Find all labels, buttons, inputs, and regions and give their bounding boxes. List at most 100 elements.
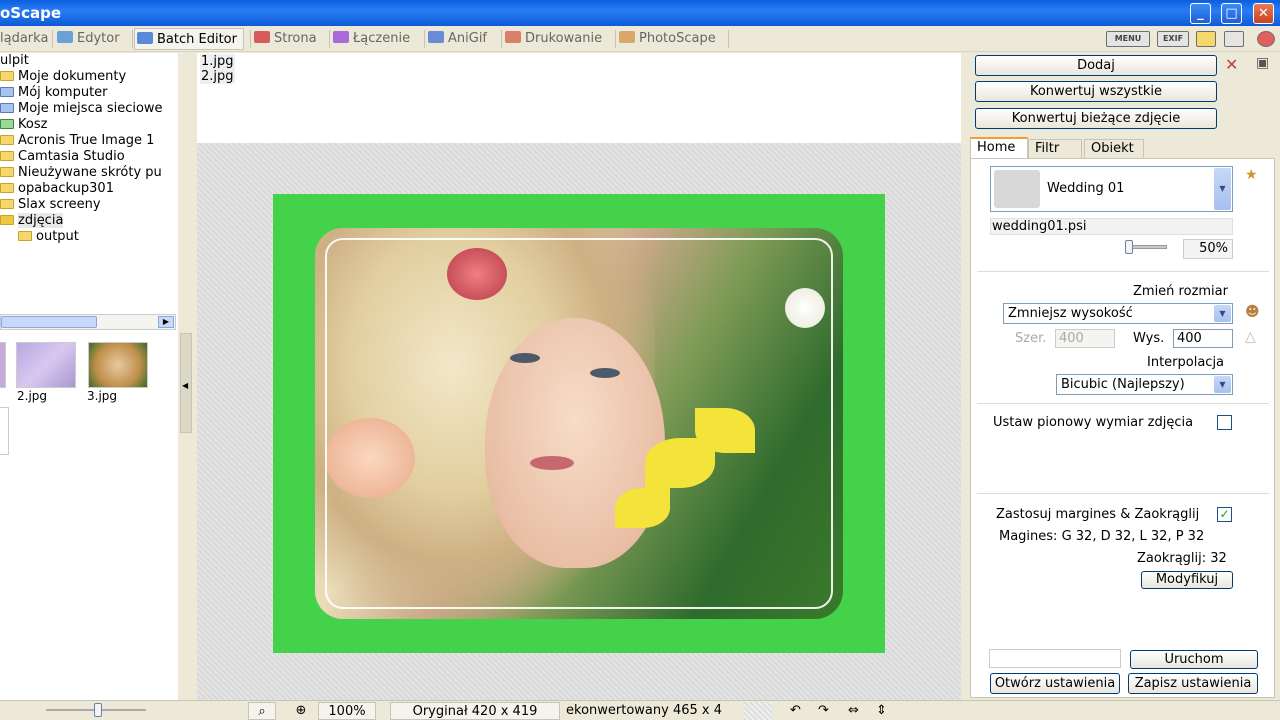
- zoom-icon[interactable]: ⊕: [290, 702, 312, 720]
- photoscape-icon: [619, 31, 635, 43]
- thumbnail[interactable]: [88, 342, 148, 388]
- tree-item-desktop[interactable]: ulpit: [0, 53, 29, 69]
- tree-item[interactable]: Acronis True Image 1: [0, 133, 154, 149]
- run-button[interactable]: Uruchom: [1130, 650, 1258, 669]
- tree-item[interactable]: Moje miejsca sieciowe: [0, 101, 163, 117]
- margins-checkbox[interactable]: ✓: [1217, 507, 1232, 522]
- fit-width-icon[interactable]: ⇔: [848, 702, 866, 720]
- trash-icon[interactable]: ▣: [1256, 55, 1269, 71]
- tab-anigif[interactable]: AniGif: [426, 28, 487, 50]
- maximize-button[interactable]: □: [1221, 3, 1242, 24]
- tab-print[interactable]: Drukowanie: [503, 28, 602, 50]
- chevron-down-icon[interactable]: ▼: [1214, 305, 1231, 322]
- settings-name-input[interactable]: [989, 649, 1121, 668]
- tree-item-selected[interactable]: zdjęcia: [0, 213, 64, 229]
- scrollbar-thumb[interactable]: [1, 316, 97, 328]
- tab-photoscape[interactable]: PhotoScape: [617, 28, 716, 50]
- lock-ratio-icon[interactable]: △: [1245, 329, 1256, 345]
- home-panel: Wedding 01 ▼ ★ wedding01.psi 50% Zmień r…: [970, 158, 1275, 698]
- width-label: Szer.: [1015, 331, 1047, 346]
- editor-icon: [57, 31, 73, 43]
- tab-home[interactable]: Home: [970, 137, 1028, 159]
- folder-icon: [0, 135, 14, 145]
- fit-height-icon[interactable]: ⇕: [876, 702, 894, 720]
- frame-opacity-value: 50%: [1183, 239, 1233, 259]
- computer-icon: [0, 87, 14, 97]
- collapse-arrow-icon[interactable]: ◀: [182, 381, 188, 390]
- tree-item[interactable]: Kosz: [0, 117, 47, 133]
- slider-knob[interactable]: [94, 703, 102, 717]
- right-panel: Dodaj ✕ ▣ Konwertuj wszystkie Konwertuj …: [962, 53, 1280, 700]
- folder-tree: ulpit Moje dokumenty Mój komputer Moje m…: [0, 53, 178, 313]
- convert-all-button[interactable]: Konwertuj wszystkie: [975, 81, 1217, 102]
- folder-icon: [0, 199, 14, 209]
- tree-item[interactable]: output: [18, 229, 79, 245]
- title-bar: oScape _ □ ✕: [0, 0, 1280, 26]
- remove-icon[interactable]: ✕: [1225, 55, 1238, 74]
- chevron-down-icon[interactable]: ▼: [1214, 168, 1231, 210]
- exif-button[interactable]: EXIF: [1157, 31, 1189, 47]
- preview-box: [0, 407, 9, 455]
- chevron-down-icon[interactable]: ▼: [1214, 376, 1231, 393]
- save-settings-button[interactable]: Zapisz ustawienia: [1128, 673, 1258, 694]
- windows-icon[interactable]: [1224, 31, 1244, 47]
- file-list-item[interactable]: 2.jpg: [200, 69, 235, 84]
- add-button[interactable]: Dodaj: [975, 55, 1217, 76]
- open-settings-button[interactable]: Otwórz ustawienia: [990, 673, 1120, 694]
- tree-item[interactable]: Slax screeny: [0, 197, 101, 213]
- portrait-checkbox[interactable]: [1217, 415, 1232, 430]
- tab-filter[interactable]: Filtr: [1028, 139, 1082, 159]
- rotate-right-icon[interactable]: ↷: [818, 702, 836, 720]
- frame-select[interactable]: Wedding 01 ▼: [990, 166, 1233, 212]
- tab-viewer[interactable]: lądarka: [0, 28, 48, 50]
- print-icon: [505, 31, 521, 43]
- thumbnail-label: 3.jpg: [87, 389, 118, 403]
- zoom-fit-icon[interactable]: ⌕: [248, 702, 276, 720]
- tab-object[interactable]: Obiekt: [1084, 139, 1144, 159]
- tree-item[interactable]: opabackup301: [0, 181, 114, 197]
- tree-item[interactable]: Camtasia Studio: [0, 149, 125, 165]
- folder-icon[interactable]: [1196, 31, 1216, 47]
- panel-splitter[interactable]: ◀: [178, 53, 196, 700]
- tab-divider: [728, 30, 729, 48]
- resize-icon[interactable]: ☻: [1245, 304, 1260, 320]
- network-icon: [0, 103, 14, 113]
- tab-divider: [132, 30, 133, 48]
- tree-item[interactable]: Nieużywane skróty pu: [0, 165, 162, 181]
- tab-combine[interactable]: Łączenie: [331, 28, 410, 50]
- tree-item[interactable]: Moje dokumenty: [0, 69, 126, 85]
- round-value: Zaokrąglij: 32: [1137, 551, 1227, 566]
- left-panel: ulpit Moje dokumenty Mój komputer Moje m…: [0, 53, 178, 700]
- tree-item[interactable]: Mój komputer: [0, 85, 108, 101]
- image-preview: [197, 143, 961, 700]
- modify-button[interactable]: Modyfikuj: [1141, 571, 1233, 589]
- folder-icon: [0, 183, 14, 193]
- frame-opacity-slider[interactable]: [1127, 245, 1167, 249]
- divider: [977, 271, 1269, 272]
- tab-batch-editor[interactable]: Batch Editor: [134, 28, 244, 50]
- settings-tabs: Home Filtr Obiekt: [970, 137, 1280, 159]
- tree-scrollbar[interactable]: ▶: [0, 314, 176, 330]
- thumbnail[interactable]: [0, 342, 6, 388]
- height-input[interactable]: 400: [1173, 329, 1233, 348]
- width-input[interactable]: 400: [1055, 329, 1115, 348]
- star-icon[interactable]: ★: [1245, 167, 1258, 183]
- scroll-right-arrow[interactable]: ▶: [158, 316, 174, 328]
- frame-filename: wedding01.psi: [990, 218, 1233, 235]
- slider-knob[interactable]: [1125, 240, 1133, 254]
- original-size: Oryginał 420 x 419: [390, 702, 560, 720]
- file-list-item[interactable]: 1.jpg: [200, 54, 235, 69]
- tab-divider: [52, 30, 53, 48]
- resize-mode-select[interactable]: Zmniejsz wysokość ▼: [1003, 303, 1233, 324]
- rotate-left-icon[interactable]: ↶: [790, 702, 808, 720]
- tab-page[interactable]: Strona: [252, 28, 317, 50]
- minimize-button[interactable]: _: [1190, 3, 1211, 24]
- help-icon[interactable]: [1257, 31, 1275, 47]
- tab-editor[interactable]: Edytor: [55, 28, 120, 50]
- thumbnail[interactable]: [16, 342, 76, 388]
- menu-button[interactable]: MENU: [1106, 31, 1150, 47]
- recycle-bin-icon: [0, 119, 14, 129]
- convert-current-button[interactable]: Konwertuj bieżące zdjęcie: [975, 108, 1217, 129]
- close-button[interactable]: ✕: [1253, 3, 1274, 24]
- interpolation-select[interactable]: Bicubic (Najlepszy) ▼: [1056, 374, 1233, 395]
